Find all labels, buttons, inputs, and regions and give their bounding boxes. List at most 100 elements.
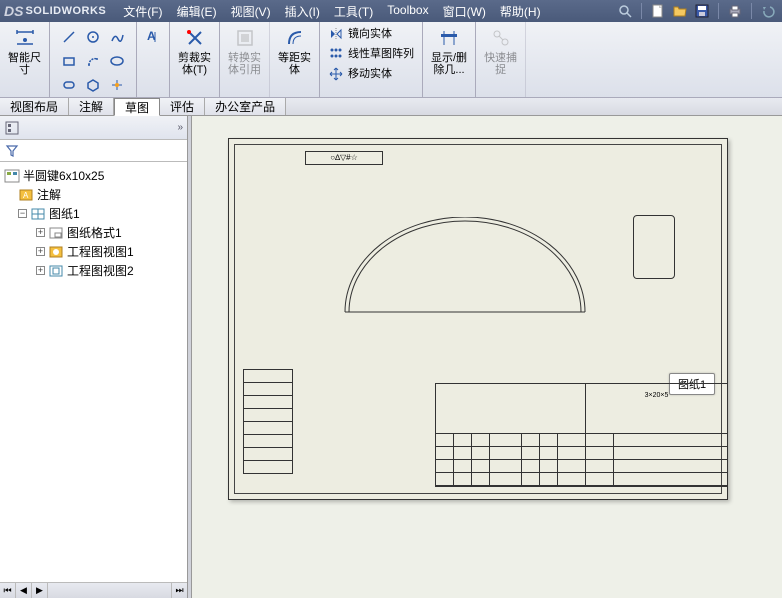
line-tool[interactable] (58, 26, 80, 48)
rectangle-tool[interactable] (58, 50, 80, 72)
main-area: » 半圆键6x10x25 A 注解 − 图纸1 + 图纸格式1 (0, 116, 782, 598)
filter-icon (4, 143, 20, 159)
tree-sheet-format[interactable]: + 图纸格式1 (4, 223, 183, 242)
logo-text: SOLIDWORKS (25, 5, 106, 17)
drawing-canvas[interactable]: ○∆▽#☆ 图纸1 (188, 116, 782, 598)
save-icon[interactable] (694, 3, 710, 19)
mirror-label: 镜向实体 (348, 28, 392, 40)
menu-window[interactable]: 窗口(W) (436, 3, 493, 20)
tree-view-2[interactable]: + 工程图视图2 (4, 261, 183, 280)
rev-row (243, 421, 293, 435)
menu-items: 文件(F) 编辑(E) 视图(V) 插入(I) 工具(T) Toolbox 窗口… (116, 3, 547, 20)
group-dimension: 智能尺寸 (0, 22, 50, 97)
rev-row (243, 434, 293, 448)
menu-edit[interactable]: 编辑(E) (170, 3, 224, 20)
tab-annotation[interactable]: 注解 (69, 98, 114, 115)
group-offset: 等距实体 (270, 22, 320, 97)
drawing-view-icon (48, 264, 64, 278)
smart-dimension-button[interactable]: 智能尺寸 (8, 26, 41, 76)
offset-icon (283, 26, 307, 50)
menu-file[interactable]: 文件(F) (116, 3, 169, 20)
drawing-view-icon (48, 245, 64, 259)
menu-view[interactable]: 视图(V) (224, 3, 278, 20)
filter-bar[interactable] (0, 140, 187, 162)
arc-tool[interactable] (82, 50, 104, 72)
pattern-button[interactable]: 线性草图阵列 (328, 46, 414, 62)
show-hide-label: 显示/删除几... (431, 52, 467, 76)
expander-icon[interactable]: + (36, 266, 45, 275)
arc-view (335, 217, 595, 317)
ribbon-toolbar: 智能尺寸 A 剪裁实体(T) 转换实体引用 等距 (0, 22, 782, 98)
circle-tool[interactable] (82, 26, 104, 48)
tree-root[interactable]: 半圆键6x10x25 (4, 166, 183, 185)
dimension-icon (13, 26, 37, 50)
menu-toolbox[interactable]: Toolbox (380, 3, 435, 20)
tab-view-layout[interactable]: 视图布局 (0, 98, 69, 115)
polygon-tool[interactable] (82, 74, 104, 96)
group-snap: 快速捕捉 (476, 22, 526, 97)
title-block-table: 3×20×5 (435, 383, 728, 487)
tree-sheet[interactable]: − 图纸1 (4, 204, 183, 223)
tab-sketch[interactable]: 草图 (114, 98, 160, 116)
print-icon[interactable] (727, 3, 743, 19)
convert-label: 转换实体引用 (228, 52, 261, 76)
show-hide-button[interactable]: 显示/删除几... (431, 26, 467, 76)
rev-row (243, 408, 293, 422)
undo-icon[interactable] (760, 3, 776, 19)
expander-icon[interactable]: − (18, 209, 27, 218)
convert-icon (233, 26, 257, 50)
move-label: 移动实体 (348, 68, 392, 80)
mirror-button[interactable]: 镜向实体 (328, 26, 392, 42)
scroll-next-icon[interactable]: ▶ (32, 583, 48, 598)
show-hide-icon (437, 26, 461, 50)
trim-icon (183, 26, 207, 50)
text-tool[interactable]: A (145, 28, 161, 50)
menu-insert[interactable]: 插入(I) (278, 3, 327, 20)
tree-view-1[interactable]: + 工程图视图1 (4, 242, 183, 261)
move-button[interactable]: 移动实体 (328, 66, 392, 82)
menu-tools[interactable]: 工具(T) (327, 3, 380, 20)
tab-evaluate[interactable]: 评估 (160, 98, 205, 115)
scroll-prev-icon[interactable]: ◀ (16, 583, 32, 598)
point-tool[interactable] (106, 74, 128, 96)
panel-header: » (0, 116, 187, 140)
expand-collapse-icon[interactable]: » (177, 122, 183, 133)
move-icon (328, 66, 344, 82)
tab-office[interactable]: 办公室产品 (205, 98, 286, 115)
offset-label: 等距实体 (278, 52, 311, 76)
feature-manager-panel: » 半圆键6x10x25 A 注解 − 图纸1 + 图纸格式1 (0, 116, 188, 598)
pattern-label: 线性草图阵列 (348, 48, 414, 60)
feature-tree: 半圆键6x10x25 A 注解 − 图纸1 + 图纸格式1 + 工程图视图1 (0, 162, 187, 582)
separator (751, 3, 752, 19)
revision-table (243, 370, 293, 474)
logo-ds: DS (4, 3, 23, 19)
smart-dimension-label: 智能尺寸 (8, 52, 41, 76)
offset-button[interactable]: 等距实体 (278, 26, 311, 76)
expander-icon[interactable]: + (36, 247, 45, 256)
sheet-icon (30, 207, 46, 221)
slot-tool[interactable] (58, 74, 80, 96)
group-trim: 剪裁实体(T) (170, 22, 220, 97)
menu-help[interactable]: 帮助(H) (493, 3, 548, 20)
search-icon[interactable] (617, 3, 633, 19)
separator (718, 3, 719, 19)
panel-resizer[interactable] (188, 116, 192, 598)
feature-tree-icon[interactable] (4, 120, 20, 136)
snap-label: 快速捕捉 (484, 52, 517, 76)
trim-label: 剪裁实体(T) (178, 52, 211, 76)
quick-snap-button[interactable]: 快速捕捉 (484, 26, 517, 76)
convert-button[interactable]: 转换实体引用 (228, 26, 261, 76)
scroll-last-icon[interactable]: ⏭ (171, 583, 187, 598)
new-doc-icon[interactable] (650, 3, 666, 19)
rev-row (243, 369, 293, 383)
drawing-sheet[interactable]: ○∆▽#☆ 图纸1 (228, 138, 728, 500)
group-display: 显示/删除几... (423, 22, 476, 97)
tree-annotation[interactable]: A 注解 (4, 185, 183, 204)
expander-icon[interactable]: + (36, 228, 45, 237)
ellipse-tool[interactable] (106, 50, 128, 72)
open-folder-icon[interactable] (672, 3, 688, 19)
scroll-first-icon[interactable]: ⏮ (0, 583, 16, 598)
spline-tool[interactable] (106, 26, 128, 48)
tree-root-label: 半圆键6x10x25 (23, 167, 104, 184)
trim-button[interactable]: 剪裁实体(T) (178, 26, 211, 76)
